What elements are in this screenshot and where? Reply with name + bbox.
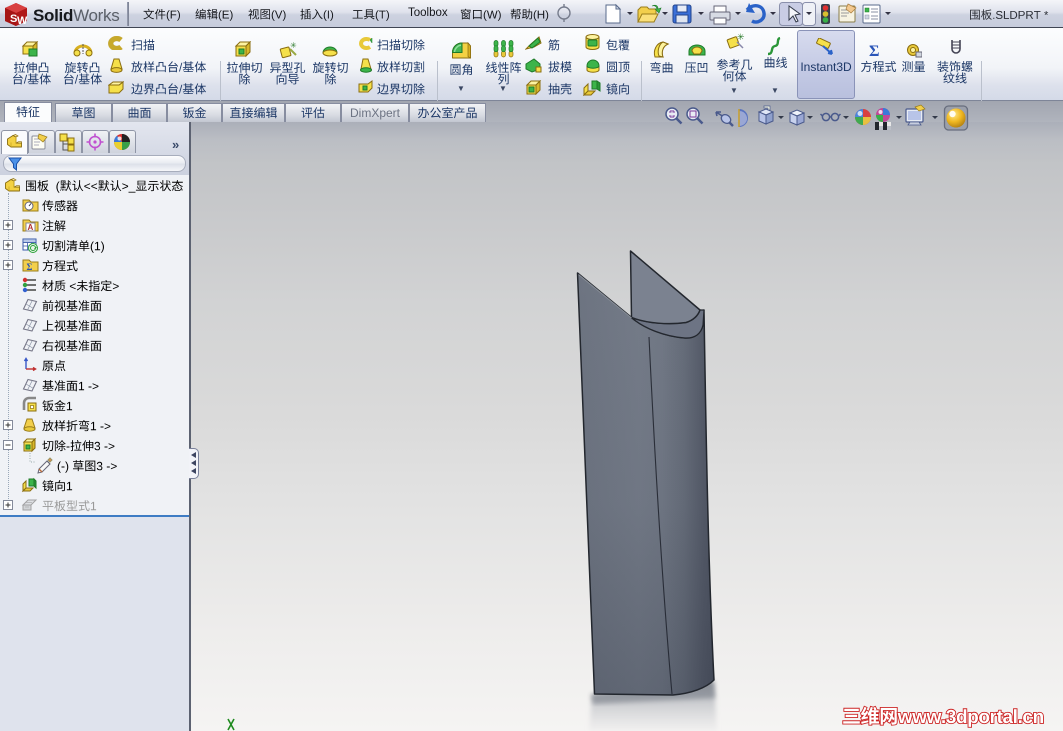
svg-text:Σ: Σ xyxy=(869,43,879,58)
svg-text:✳: ✳ xyxy=(290,42,297,50)
svg-text:✳: ✳ xyxy=(737,33,745,42)
svg-text:A: A xyxy=(28,223,34,232)
svg-text:Σ: Σ xyxy=(27,262,33,272)
svg-text:W: W xyxy=(17,15,28,26)
